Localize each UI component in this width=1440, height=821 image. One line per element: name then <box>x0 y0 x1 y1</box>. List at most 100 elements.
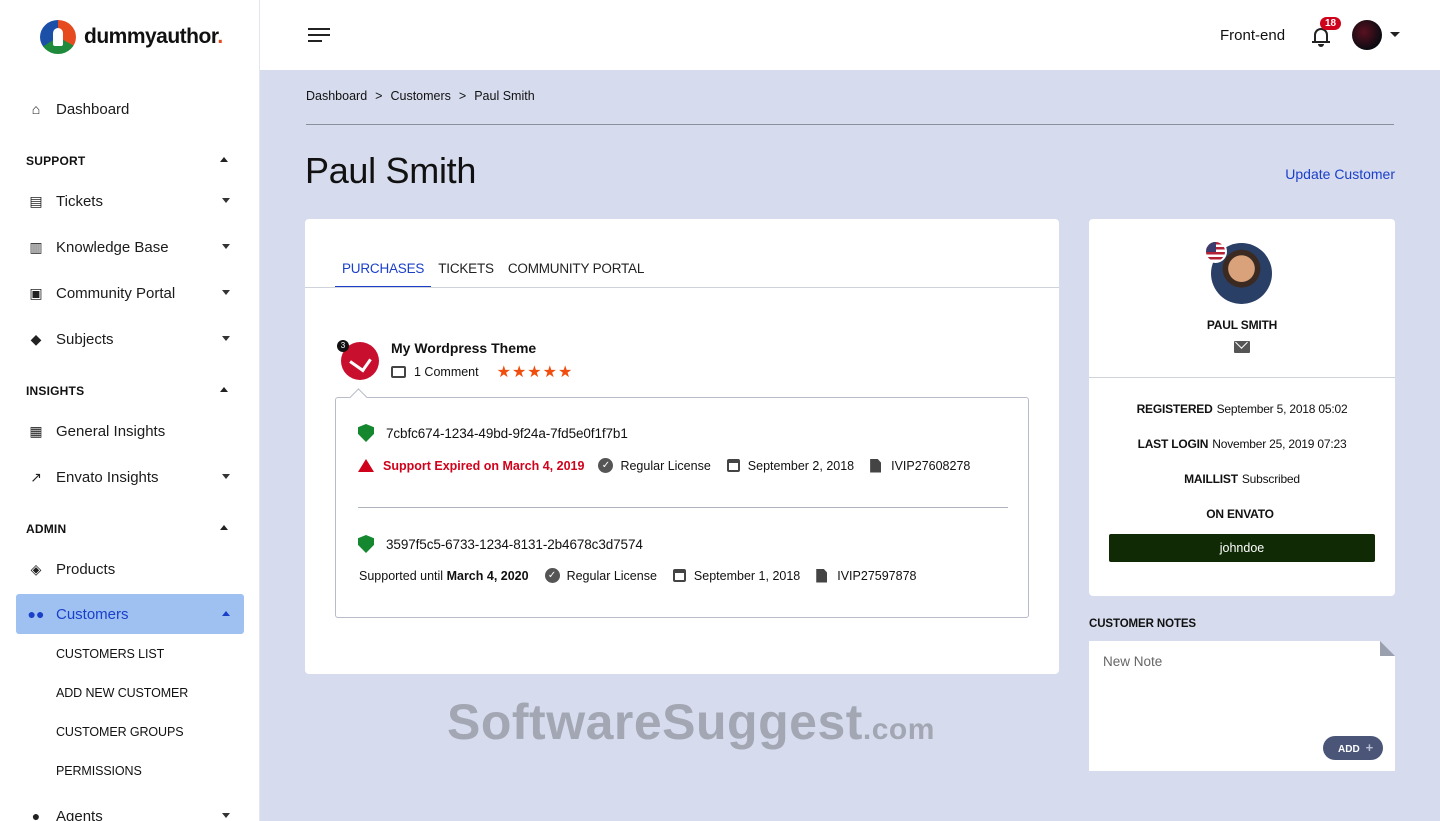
menu-icon[interactable] <box>308 28 330 46</box>
avatar[interactable] <box>1352 20 1382 50</box>
comment-icon <box>391 366 406 378</box>
sidebar-item-label: Agents <box>56 807 103 821</box>
home-icon: ⌂ <box>31 101 41 117</box>
product-title[interactable]: My Wordpress Theme <box>391 340 536 356</box>
sidebar-item-envato-insights[interactable]: ↗ Envato Insights <box>16 457 244 497</box>
divider <box>305 287 1059 288</box>
chevron-up-icon <box>220 387 228 392</box>
sidebar-item-agents[interactable]: ● Agents <box>16 796 244 821</box>
shield-check-icon <box>358 424 374 442</box>
front-end-link[interactable]: Front-end <box>1220 27 1285 44</box>
chevron-down-icon <box>222 813 230 818</box>
last-login-row: LAST LOGIN November 25, 2019 07:23 <box>1089 437 1395 451</box>
tab-tickets[interactable]: TICKETS <box>431 261 501 288</box>
invoice-code[interactable]: IVIP27608278 <box>891 459 970 473</box>
license-meta: Supported until March 4, 2020 ✓ Regular … <box>359 568 917 583</box>
maillist-label: MAILLIST <box>1184 472 1238 486</box>
sidebar-item-knowledge-base[interactable]: ▥ Knowledge Base <box>16 227 244 267</box>
sidebar-item-label: Tickets <box>56 192 103 210</box>
chevron-down-icon <box>222 244 230 249</box>
mail-icon[interactable] <box>1234 341 1250 353</box>
notification-badge: 18 <box>1320 17 1342 30</box>
breadcrumb-dashboard[interactable]: Dashboard <box>306 89 367 103</box>
license-list: 7cbfc674-1234-49bd-9f24a-7fd5e0f1f7b1 Su… <box>335 397 1029 618</box>
logo-icon <box>40 20 76 54</box>
watermark-text: SoftwareSuggest <box>447 694 863 750</box>
registered-row: REGISTERED September 5, 2018 05:02 <box>1089 402 1395 416</box>
chevron-down-icon[interactable] <box>1390 32 1400 37</box>
customer-card: PAUL SMITH REGISTERED September 5, 2018 0… <box>1089 219 1395 596</box>
license-row: 7cbfc674-1234-49bd-9f24a-7fd5e0f1f7b1 <box>358 424 628 442</box>
chevron-up-icon <box>220 525 228 530</box>
star-rating: ★★★★★ <box>496 364 574 381</box>
license-key: 3597f5c5-6733-1234-8131-2b4678c3d7574 <box>386 536 643 552</box>
sidebar-subitem-customers-list[interactable]: CUSTOMERS LIST <box>56 647 164 661</box>
sidebar-section-admin[interactable]: ADMIN <box>26 522 236 536</box>
breadcrumb-current: Paul Smith <box>474 89 535 103</box>
license-type: Regular License <box>620 458 711 473</box>
sidebar-item-subjects[interactable]: ◆ Subjects <box>16 319 244 359</box>
product-meta: 1 Comment ★★★★★ <box>391 362 573 382</box>
page-title: Paul Smith <box>305 150 477 191</box>
us-flag-icon <box>1204 240 1227 263</box>
sidebar-item-tickets[interactable]: ▤ Tickets <box>16 181 244 221</box>
sidebar-item-label: Envato Insights <box>56 468 159 486</box>
maillist-row: MAILLIST Subscribed <box>1089 472 1395 486</box>
section-label: INSIGHTS <box>26 384 85 398</box>
sidebar: dummyauthor. ⌂ Dashboard SUPPORT ▤ Ticke… <box>0 0 260 821</box>
chevron-down-icon <box>222 474 230 479</box>
invoice-code[interactable]: IVIP27597878 <box>837 569 916 583</box>
sidebar-item-label: Dashboard <box>56 100 130 118</box>
registered-label: REGISTERED <box>1136 402 1213 416</box>
logo-dot: . <box>217 25 223 48</box>
chevron-down-icon <box>222 198 230 203</box>
calendar-icon <box>726 459 740 472</box>
document-icon <box>870 458 882 473</box>
check-circle-icon: ✓ <box>598 458 614 473</box>
plus-icon: + <box>1365 740 1374 755</box>
warning-icon <box>358 459 374 472</box>
sidebar-item-label: Knowledge Base <box>56 238 169 256</box>
breadcrumb-separator: > <box>375 89 383 103</box>
watermark: SoftwareSuggest.com <box>447 693 935 751</box>
sidebar-item-dashboard[interactable]: ⌂ Dashboard <box>16 89 244 129</box>
sidebar-subitem-customer-groups[interactable]: CUSTOMER GROUPS <box>56 725 184 739</box>
tab-purchases[interactable]: PURCHASES <box>335 261 432 288</box>
check-circle-icon: ✓ <box>544 568 560 583</box>
tab-community-portal[interactable]: COMMUNITY PORTAL <box>501 261 651 288</box>
people-icon: ●● <box>27 606 45 622</box>
top-bar: Front-end 18 <box>260 0 1440 70</box>
license-key: 7cbfc674-1234-49bd-9f24a-7fd5e0f1f7b1 <box>386 425 628 441</box>
logo[interactable]: dummyauthor. <box>40 20 223 54</box>
customer-name: PAUL SMITH <box>1206 318 1278 332</box>
breadcrumb: Dashboard > Customers > Paul Smith <box>306 89 535 103</box>
license-meta: Support Expired on March 4, 2019 ✓ Regul… <box>358 458 970 473</box>
chevron-up-icon <box>220 157 228 162</box>
tag-icon: ◈ <box>30 560 42 577</box>
sidebar-item-customers[interactable]: ●● Customers <box>16 594 244 634</box>
sidebar-item-general-insights[interactable]: ▦ General Insights <box>16 411 244 451</box>
add-note-button[interactable]: ADD + <box>1323 736 1383 760</box>
sidebar-section-insights[interactable]: INSIGHTS <box>26 384 236 398</box>
license-row: 3597f5c5-6733-1234-8131-2b4678c3d7574 <box>358 535 643 553</box>
sidebar-section-support[interactable]: SUPPORT <box>26 154 236 168</box>
sidebar-subitem-permissions[interactable]: PERMISSIONS <box>56 764 142 778</box>
breadcrumb-customers[interactable]: Customers <box>390 89 450 103</box>
purchase-date: September 2, 2018 <box>747 458 855 473</box>
comment-count[interactable]: 1 Comment <box>414 365 479 379</box>
last-login-value: November 25, 2019 07:23 <box>1212 437 1347 451</box>
sidebar-subitem-add-new-customer[interactable]: ADD NEW CUSTOMER <box>56 686 188 700</box>
breadcrumb-separator: > <box>458 89 467 103</box>
section-label: SUPPORT <box>26 154 86 168</box>
update-customer-link[interactable]: Update Customer <box>1285 166 1395 182</box>
sidebar-item-products[interactable]: ◈ Products <box>16 549 244 589</box>
notes-textarea[interactable]: New Note ADD + <box>1089 641 1395 771</box>
sidebar-item-label: General Insights <box>56 422 166 440</box>
calendar-icon <box>672 569 686 582</box>
purchase-date: September 1, 2018 <box>693 568 801 583</box>
document-icon <box>816 568 828 583</box>
sidebar-item-community-portal[interactable]: ▣ Community Portal <box>16 273 244 313</box>
tab-bar: PURCHASES TICKETS COMMUNITY PORTAL <box>335 261 651 288</box>
forum-icon: ▣ <box>29 284 43 301</box>
envato-username-button[interactable]: johndoe <box>1109 534 1375 562</box>
